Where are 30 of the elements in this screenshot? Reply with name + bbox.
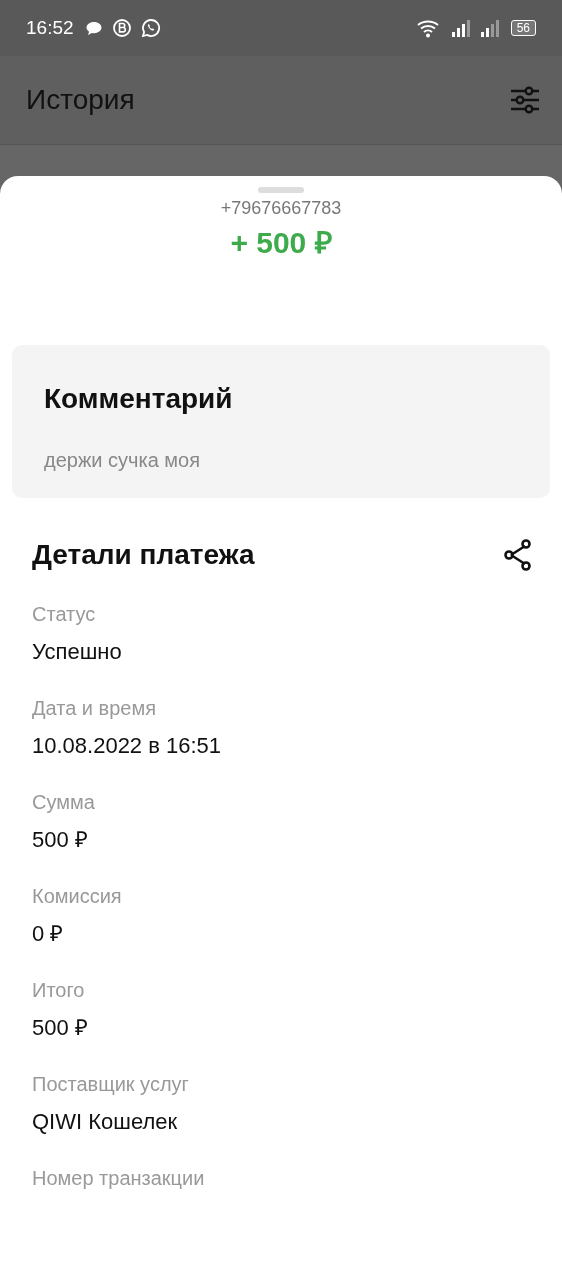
detail-value: QIWI Кошелек [32, 1108, 179, 1136]
status-time: 16:52 [26, 17, 74, 39]
detail-label: Дата и время [32, 696, 158, 720]
detail-label: Номер транзакции [32, 1166, 206, 1190]
detail-label: Статус [32, 602, 97, 626]
detail-label: Поставщик услуг [32, 1072, 190, 1096]
detail-label: Комиссия [32, 884, 123, 908]
section-title: Детали платежа [32, 539, 255, 571]
detail-value: 500 ₽ [32, 826, 89, 854]
phone-number: +79676667783 [219, 197, 343, 219]
detail-value: 10.08.2022 в 16:51 [32, 732, 223, 760]
page-title: История [26, 84, 135, 116]
b-circle-icon [111, 18, 132, 38]
detail-label: Сумма [32, 790, 96, 814]
filter-button[interactable] [510, 86, 540, 114]
battery-indicator: 56 [510, 20, 536, 36]
detail-value: 0 ₽ [32, 920, 65, 948]
detail-label: Итого [32, 978, 86, 1002]
comment-title: Комментарий [44, 383, 234, 415]
amount: + 500 ₽ [229, 225, 333, 261]
phone-bubble-icon [140, 18, 161, 38]
detail-value: 500 ₽ [32, 1014, 89, 1042]
sliders-icon [510, 86, 540, 114]
detail-value: Успешно [32, 638, 123, 666]
signal-icon [479, 19, 500, 37]
share-icon[interactable] [502, 538, 534, 572]
signal-icon [450, 19, 471, 37]
comment-text: держи сучка моя [44, 449, 201, 472]
chat-bubble-icon [84, 20, 103, 36]
drag-handle[interactable] [258, 187, 304, 193]
